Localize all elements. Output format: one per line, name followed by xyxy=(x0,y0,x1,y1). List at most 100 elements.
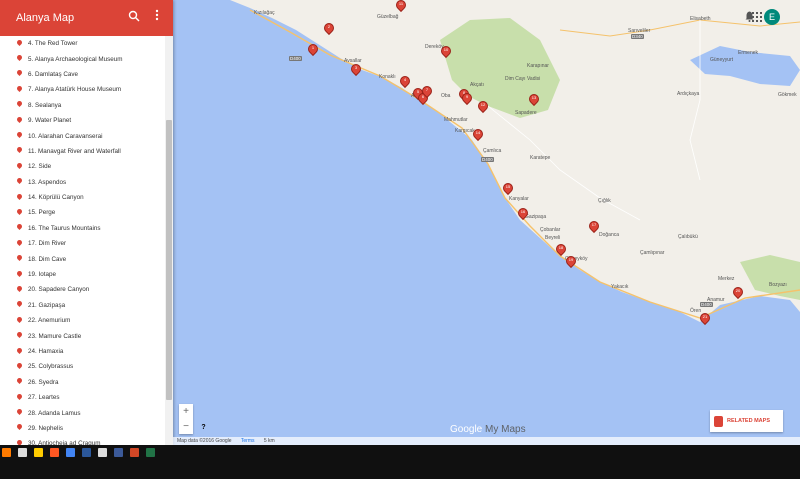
taskbar-app-icon[interactable] xyxy=(18,448,27,457)
list-item[interactable]: 22. Anemurium xyxy=(0,313,165,328)
place-label: Konaklı xyxy=(379,74,396,80)
pin-number: 2 xyxy=(327,24,331,29)
list-item-label: 5. Alanya Archaeological Museum xyxy=(28,55,123,63)
taskbar-app-icon[interactable] xyxy=(98,448,107,457)
search-icon[interactable] xyxy=(128,10,142,24)
apps-dot xyxy=(756,16,758,18)
taskbar-app-icon[interactable] xyxy=(130,448,139,457)
more-vert-icon[interactable] xyxy=(153,9,161,25)
apps-dot xyxy=(752,12,754,14)
taskbar-app-icon[interactable] xyxy=(82,448,91,457)
panel-header: Alanya Map xyxy=(0,0,173,36)
place-marker-icon xyxy=(17,40,23,48)
pin-number: 21 xyxy=(702,314,708,319)
list-item[interactable]: 7. Alanya Atatürk House Museum xyxy=(0,82,165,97)
list-item[interactable]: 13. Aspendos xyxy=(0,175,165,190)
place-marker-icon xyxy=(17,440,23,445)
place-marker-icon xyxy=(17,70,23,78)
pin-number: 13 xyxy=(531,95,537,100)
map-pin-icon[interactable]: 4 xyxy=(397,73,413,90)
list-item-label: 6. Damlataş Cave xyxy=(28,70,79,78)
map-pin-icon[interactable]: 3 xyxy=(348,61,364,78)
taskbar-app-icon[interactable] xyxy=(34,448,43,457)
map-pin-icon[interactable]: 14 xyxy=(470,126,486,143)
place-label: Çobanlar xyxy=(540,227,561,233)
map-pin-icon[interactable]: 19 xyxy=(563,253,579,270)
list-item[interactable]: 9. Water Planet xyxy=(0,113,165,128)
list-item[interactable]: 23. Mamure Castle xyxy=(0,328,165,343)
map-pin-icon[interactable]: 21 xyxy=(697,310,713,327)
map-pin-icon[interactable]: 16 xyxy=(515,205,531,222)
map-pin-icon[interactable]: 20 xyxy=(730,284,746,301)
taskbar-app-icon[interactable] xyxy=(2,448,11,457)
pin-number: 17 xyxy=(591,222,597,227)
map-pin-icon[interactable]: 17 xyxy=(586,218,602,235)
list-item[interactable]: 20. Sapadere Canyon xyxy=(0,282,165,297)
place-marker-icon xyxy=(17,194,23,202)
pin-number: 16 xyxy=(520,209,526,214)
list-item[interactable]: 14. Köprülü Canyon xyxy=(0,190,165,205)
map-pin-icon[interactable]: 7 xyxy=(419,83,435,100)
list-item-label: 16. The Taurus Mountains xyxy=(28,224,101,232)
list-item[interactable]: 6. Damlataş Cave xyxy=(0,67,165,82)
list-item[interactable]: 29. Nephelis xyxy=(0,421,165,436)
list-item[interactable]: 17. Dim River xyxy=(0,236,165,251)
list-item-label: 20. Sapadere Canyon xyxy=(28,286,90,294)
list-item[interactable]: 12. Side xyxy=(0,159,165,174)
map-data-credit: Map data ©2016 Google xyxy=(177,438,232,444)
list-item[interactable]: 10. Alarahan Caravanserai xyxy=(0,128,165,143)
place-label: Beyreli xyxy=(545,235,561,241)
list-item[interactable]: 18. Dim Cave xyxy=(0,251,165,266)
related-maps-button[interactable]: RELATED MAPS xyxy=(710,410,783,432)
list-item[interactable]: 15. Perge xyxy=(0,205,165,220)
taskbar-app-icon[interactable] xyxy=(114,448,123,457)
map-pin-icon[interactable]: 13 xyxy=(526,91,542,108)
place-marker-icon xyxy=(17,86,23,94)
place-marker-icon xyxy=(17,317,23,325)
map-title: Alanya Map xyxy=(16,12,75,24)
place-marker-icon xyxy=(17,147,23,155)
map-pin-icon[interactable]: 12 xyxy=(475,98,491,115)
map-pin-icon[interactable]: 2 xyxy=(321,20,337,37)
map-pin-icon[interactable]: 15 xyxy=(500,180,516,197)
map-pin-icon[interactable]: 10 xyxy=(438,43,454,60)
map-pin-icon[interactable]: 18 xyxy=(553,241,569,258)
list-item[interactable]: 21. Gazipaşa xyxy=(0,298,165,313)
place-label: Yakacık xyxy=(611,284,629,290)
zoom-in-button[interactable]: + xyxy=(179,404,193,419)
list-item[interactable]: 19. Iotape xyxy=(0,267,165,282)
list-item[interactable]: 28. Adanda Lamus xyxy=(0,405,165,420)
place-label: Kızılağaç xyxy=(254,10,275,16)
list-item[interactable]: 4. The Red Tower xyxy=(0,36,165,51)
place-marker-icon xyxy=(17,117,23,125)
list-item[interactable]: 25. Colybrassus xyxy=(0,359,165,374)
list-item[interactable]: 26. Syedra xyxy=(0,375,165,390)
list-item[interactable]: 11. Manavgat River and Waterfall xyxy=(0,144,165,159)
place-marker-icon xyxy=(17,363,23,371)
list-item[interactable]: 16. The Taurus Mountains xyxy=(0,221,165,236)
pin-number: 12 xyxy=(480,102,486,107)
list-item[interactable]: 24. Hamaxia xyxy=(0,344,165,359)
list-item[interactable]: 27. Leartes xyxy=(0,390,165,405)
taskbar-app-icon[interactable] xyxy=(66,448,75,457)
map-pin-icon[interactable]: 1 xyxy=(305,41,321,58)
pin-number: 1 xyxy=(311,45,315,50)
map-pin-icon[interactable]: 11 xyxy=(393,0,409,14)
place-marker-icon xyxy=(17,271,23,279)
help-button[interactable]: ? xyxy=(199,424,208,433)
map-pin-icon[interactable]: 9 xyxy=(459,90,475,107)
avatar[interactable]: E xyxy=(764,9,780,25)
zoom-out-button[interactable]: − xyxy=(179,419,193,434)
list-scroll-thumb[interactable] xyxy=(166,120,172,400)
list-item[interactable]: 30. Antiocheia ad Cragum xyxy=(0,436,165,445)
taskbar-app-icon[interactable] xyxy=(50,448,59,457)
place-label: Çalıbükü xyxy=(678,234,698,240)
list-item[interactable]: 5. Alanya Archaeological Museum xyxy=(0,51,165,66)
terms-link[interactable]: Terms xyxy=(241,438,255,444)
place-marker-icon xyxy=(17,348,23,356)
map-marker-icon xyxy=(714,415,723,427)
apps-icon[interactable] xyxy=(752,12,762,22)
taskbar-app-icon[interactable] xyxy=(146,448,155,457)
list-item-label: 30. Antiocheia ad Cragum xyxy=(28,440,101,445)
list-item[interactable]: 8. Sealanya xyxy=(0,98,165,113)
